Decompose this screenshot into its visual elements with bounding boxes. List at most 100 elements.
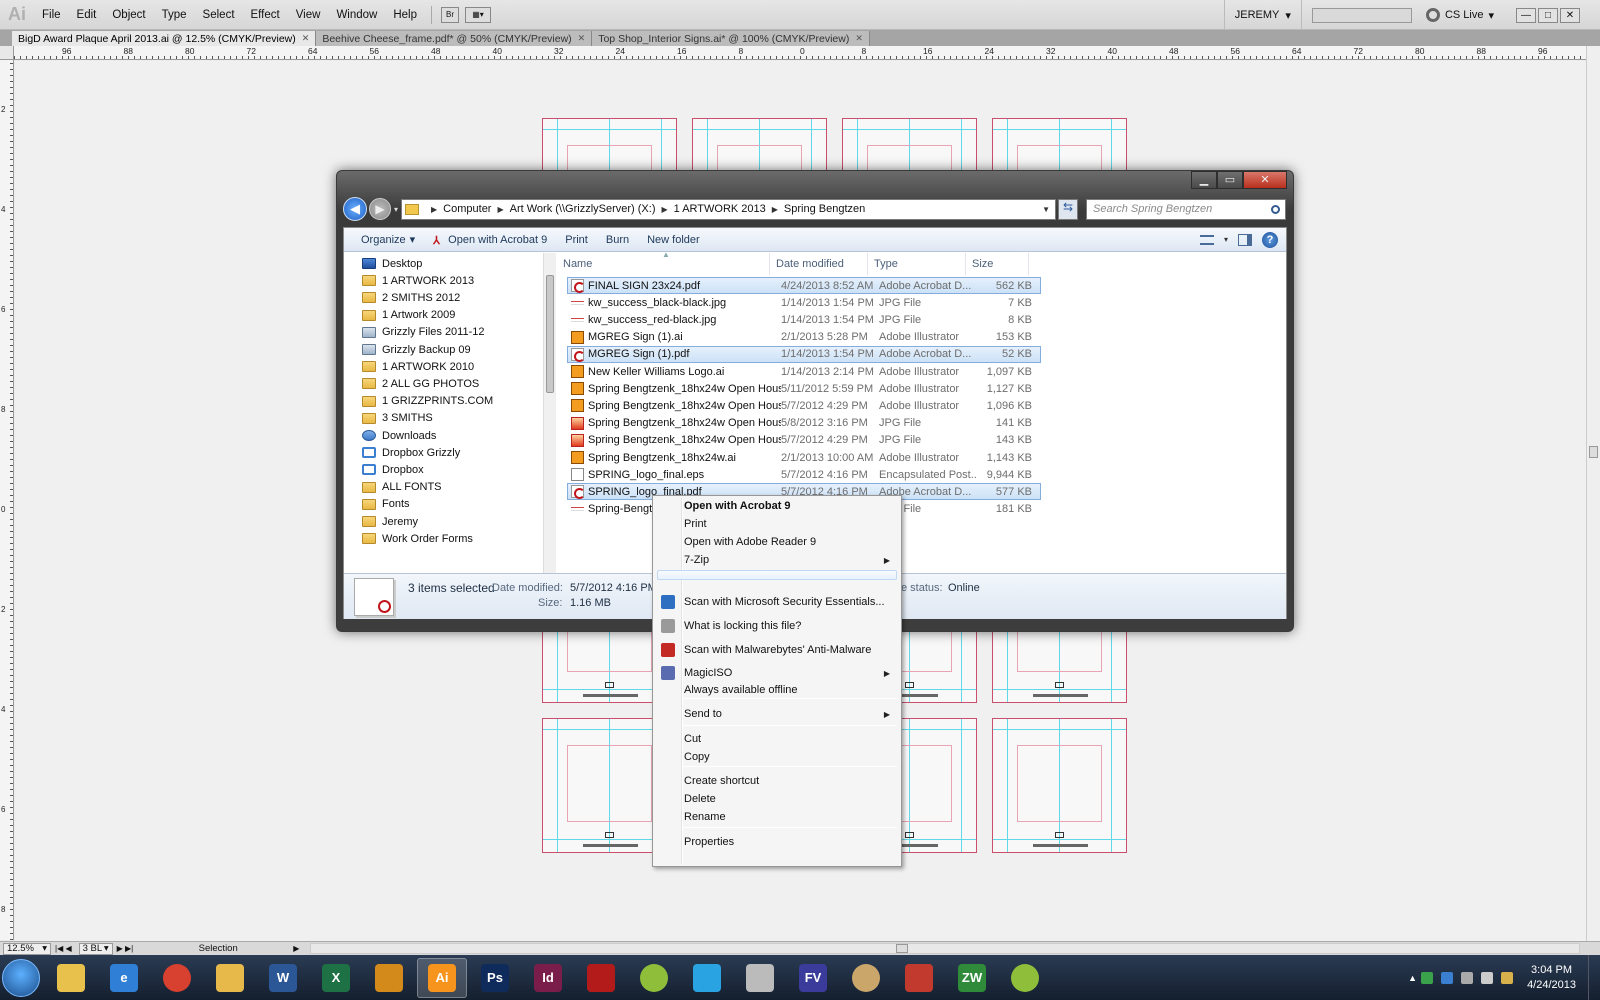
maximize-button[interactable]: □ — [1538, 7, 1558, 23]
menu-help[interactable]: Help — [385, 9, 425, 21]
taskbar-media-player-button[interactable] — [364, 958, 414, 998]
context-menu-item-7-zip[interactable]: 7-Zip ▶ — [655, 551, 899, 569]
help-icon[interactable]: ? — [1262, 231, 1278, 248]
context-menu-item-scan-with-malwarebytes-anti-malware[interactable]: Scan with Malwarebytes' Anti-Malware — [655, 641, 899, 659]
chevron-right-icon[interactable]: ▶ — [772, 205, 778, 214]
breadcrumb-item[interactable]: Computer — [443, 203, 491, 215]
taskbar-skype-button[interactable] — [682, 958, 732, 998]
last-artboard-button[interactable]: ▶ ▶| — [117, 944, 134, 953]
artboard-select[interactable]: 3 BL ▾ — [78, 942, 113, 955]
context-menu-item-always-available-offline[interactable]: Always available offline — [655, 681, 899, 699]
context-menu-item-copy[interactable]: Copy — [655, 748, 899, 766]
context-menu-item-what-is-locking-this-file[interactable]: What is locking this file? — [655, 617, 899, 635]
breadcrumb-item[interactable]: 1 ARTWORK 2013 — [674, 203, 766, 215]
zoom-select[interactable]: 12.5% ▾ — [3, 942, 51, 955]
view-options-icon[interactable] — [1199, 234, 1214, 245]
recent-pages-dropdown[interactable]: ▾ — [394, 205, 398, 214]
bridge-button[interactable]: Br — [441, 6, 459, 23]
chevron-right-icon[interactable]: ▶ — [497, 205, 503, 214]
menu-window[interactable]: Window — [328, 9, 385, 21]
tray-expand-icon[interactable]: ▲ — [1408, 973, 1417, 983]
address-bar[interactable]: ▶ Computer ▶ Art Work (\\GrizzlyServer) (X… — [401, 198, 1057, 220]
sidebar-item-dropbox-grizzly[interactable]: Dropbox Grizzly — [362, 444, 460, 461]
open-with-acrobat-button[interactable]: ⅄ Open with Acrobat 9 — [424, 234, 556, 247]
maximize-button[interactable]: ▭ — [1217, 171, 1243, 189]
menu-edit[interactable]: Edit — [69, 9, 105, 21]
print-button[interactable]: Print — [556, 234, 597, 246]
menu-type[interactable]: Type — [154, 9, 195, 21]
file-row[interactable]: kw_success_black-black.jpg 1/14/2013 1:54… — [567, 294, 1041, 311]
search-input[interactable]: Search Spring Bengtzen — [1086, 198, 1287, 220]
first-artboard-button[interactable]: |◀ ◀ — [55, 944, 72, 953]
taskbar-photoshop-button[interactable]: Ps — [470, 958, 520, 998]
file-row[interactable]: Spring Bengtzenk_18hx24w Open House.ai 5/… — [567, 397, 1041, 414]
file-row[interactable]: Spring Bengtzenk_18hx24w Open House ... 5… — [567, 380, 1041, 397]
address-history-dropdown[interactable]: ▼ — [1037, 205, 1055, 214]
start-button[interactable] — [2, 958, 40, 997]
sidebar-item-3-smiths[interactable]: 3 SMITHS — [362, 410, 433, 427]
context-menu-item-delete[interactable]: Delete — [655, 790, 899, 808]
taskbar-ball-app-button[interactable] — [841, 958, 891, 998]
file-row[interactable]: Spring Bengtzenk_18hx24w.ai 2/1/2013 10:0… — [567, 449, 1041, 466]
breadcrumb-item[interactable]: Art Work (\\GrizzlyServer) (X:) — [510, 203, 656, 215]
sidebar-item-jeremy[interactable]: Jeremy — [362, 513, 418, 530]
sidebar-item-2-smiths-2012[interactable]: 2 SMITHS 2012 — [362, 289, 460, 306]
sidebar-item-desktop[interactable]: Desktop — [362, 255, 422, 272]
taskbar-explorer-button[interactable] — [46, 958, 96, 998]
document-tab[interactable]: Top Shop_Interior Signs.ai* @ 100% (CMYK… — [592, 31, 870, 46]
breadcrumb-item[interactable]: Spring Bengtzen — [784, 203, 865, 215]
menu-effect[interactable]: Effect — [243, 9, 288, 21]
security-tray-icon[interactable] — [1421, 971, 1434, 984]
context-menu-item-create-shortcut[interactable]: Create shortcut — [655, 772, 899, 790]
sidebar-item-2-all-gg-photos[interactable]: 2 ALL GG PHOTOS — [362, 375, 479, 392]
organize-button[interactable]: Organize ▾ — [352, 233, 424, 247]
preview-pane-icon[interactable] — [1238, 233, 1252, 246]
taskbar-pencil-app-button[interactable] — [894, 958, 944, 998]
context-menu-item-rename[interactable]: Rename — [655, 808, 899, 826]
taskbar-picasa-button[interactable] — [629, 958, 679, 998]
chevron-right-icon[interactable]: ▶ — [661, 205, 667, 214]
file-row[interactable]: SPRING_logo_final.eps 5/7/2012 4:16 PM Enc… — [567, 466, 1041, 483]
status-menu-arrow[interactable]: ▶ — [293, 944, 299, 953]
arrange-documents-button[interactable]: ▦▾ — [465, 6, 491, 23]
sidebar-item-1-artwork-2013[interactable]: 1 ARTWORK 2013 — [362, 272, 474, 289]
ruler-origin[interactable] — [0, 46, 14, 60]
column-header-name[interactable]: Name ▲ — [557, 250, 770, 275]
context-menu-item-send-to[interactable]: Send to ▶ — [655, 705, 899, 723]
context-menu-item-scan-with-microsoft-security-essentials[interactable]: Scan with Microsoft Security Essentials.… — [655, 593, 899, 611]
close-icon[interactable]: ✕ — [578, 33, 586, 44]
taskbar-acrobat-button[interactable] — [576, 958, 626, 998]
document-tab[interactable]: Beehive Cheese_frame.pdf* @ 50% (CMYK/Pr… — [316, 31, 593, 46]
volume-icon[interactable] — [1481, 971, 1494, 984]
sidebar-item-grizzly-backup-09[interactable]: Grizzly Backup 09 — [362, 341, 471, 358]
sidebar-item-grizzly-files-2011-12[interactable]: Grizzly Files 2011-12 — [362, 324, 485, 341]
horizontal-ruler[interactable]: 96 88 80 72 64 56 48 40 32 24 16 8 0 8 16 24 32 40 48 56 64 7… — [14, 46, 1586, 60]
context-menu-item-open-with-adobe-reader-9[interactable]: Open with Adobe Reader 9 — [655, 533, 899, 551]
taskbar-indesign-button[interactable]: Id — [523, 958, 573, 998]
close-button[interactable]: ✕ — [1243, 171, 1287, 189]
taskbar-word-button[interactable]: W — [258, 958, 308, 998]
close-icon[interactable]: ✕ — [855, 33, 863, 44]
artboard[interactable] — [992, 718, 1127, 853]
burn-button[interactable]: Burn — [597, 234, 638, 246]
file-row[interactable]: kw_success_red-black.jpg 1/14/2013 1:54 P… — [567, 311, 1041, 328]
taskbar-chrome-button[interactable] — [152, 958, 202, 998]
document-tab[interactable]: BigD Award Plaque April 2013.ai @ 12.5% … — [12, 31, 317, 46]
sidebar-item-downloads[interactable]: Downloads — [362, 427, 436, 444]
context-menu-item-properties[interactable]: Properties — [655, 833, 899, 851]
dropbox-tray-icon[interactable] — [1441, 971, 1454, 984]
context-menu-item-cut[interactable]: Cut — [655, 730, 899, 748]
help-search-input[interactable] — [1311, 7, 1412, 23]
column-header-type[interactable]: Type — [868, 253, 966, 275]
navigation-pane-scrollbar[interactable] — [543, 253, 556, 573]
menu-file[interactable]: File — [34, 9, 69, 21]
close-icon[interactable]: ✕ — [302, 33, 310, 44]
show-desktop-button[interactable] — [1588, 955, 1600, 1000]
taskbar-zw-button[interactable]: ZW — [947, 958, 997, 998]
file-row[interactable]: MGREG Sign (1).pdf 1/14/2013 1:54 PM Adobe… — [567, 345, 1041, 363]
context-menu-item-print[interactable]: Print — [655, 515, 899, 533]
taskbar-paint-tool-button[interactable] — [735, 958, 785, 998]
sidebar-item-work-order-forms[interactable]: Work Order Forms — [362, 530, 473, 547]
sidebar-item-dropbox[interactable]: Dropbox — [362, 461, 424, 478]
file-row[interactable]: MGREG Sign (1).ai 2/1/2013 5:28 PM Adobe I… — [567, 329, 1041, 346]
